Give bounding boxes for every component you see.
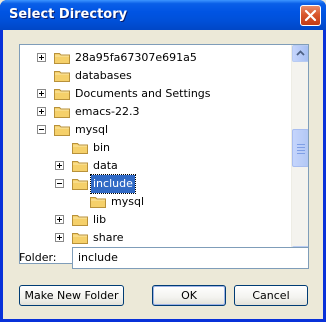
tree-item[interactable]: include [20,174,290,194]
tree-item[interactable]: data [20,157,290,175]
scroll-up-button[interactable] [292,45,308,62]
folder-label: Folder: [19,251,57,264]
tree-item[interactable]: 28a95fa67307e691a5 [20,49,290,67]
tree-item-label: emacs-22.3 [75,105,140,118]
folder-icon [54,69,70,82]
make-new-folder-button[interactable]: Make New Folder [19,285,124,306]
ok-button[interactable]: OK [152,285,226,306]
folder-icon [72,213,88,226]
collapse-minus-icon[interactable] [37,125,46,134]
scroll-grip-line [297,150,305,151]
vertical-scrollbar[interactable] [291,45,308,263]
tree-item[interactable]: share [20,229,290,247]
scroll-grip-line [297,147,305,148]
tree-item[interactable]: databases [20,67,290,85]
cancel-button[interactable]: Cancel [234,285,308,306]
tree-item-label: Documents and Settings [75,87,211,100]
tree-item[interactable]: emacs-22.3 [20,103,290,121]
tree-item[interactable]: lib [20,211,290,229]
tree-item-label: include [90,174,136,194]
folder-icon [72,177,88,190]
select-directory-dialog: Select Directory 28a95fa67307e691a5 datab… [0,0,326,322]
expand-plus-icon[interactable] [37,89,46,98]
expand-plus-icon[interactable] [55,161,64,170]
tree-item-label: share [93,231,124,244]
folder-icon [72,141,88,154]
tree-item[interactable]: mysql [20,193,290,211]
tree-item-label: lib [93,213,107,226]
tree-item[interactable]: bin [20,139,290,157]
tree-item-label: data [93,159,118,172]
scroll-grip-line [297,153,305,154]
tree-item[interactable]: mysql [20,121,290,139]
expand-plus-icon[interactable] [55,215,64,224]
tree-item[interactable]: Documents and Settings [20,85,290,103]
folder-icon [54,51,70,64]
expand-plus-icon[interactable] [37,53,46,62]
folder-name-input[interactable]: include [72,247,309,269]
folder-icon [54,123,70,136]
dialog-body: 28a95fa67307e691a5 databases Documents and… [3,30,323,319]
tree-item-label: bin [93,141,111,154]
folder-icon [72,159,88,172]
collapse-minus-icon[interactable] [55,179,64,188]
folder-icon [72,231,88,244]
folder-icon [54,105,70,118]
expand-plus-icon[interactable] [37,107,46,116]
scroll-thumb[interactable] [292,129,308,167]
chevron-up-icon [296,50,305,56]
folder-icon [54,87,70,100]
tree-item-label: 28a95fa67307e691a5 [75,51,197,64]
scroll-grip-line [297,144,305,145]
folder-icon [90,195,106,208]
tree-item-label: mysql [111,195,144,208]
expand-plus-icon[interactable] [55,233,64,242]
dialog-title: Select Directory [9,7,128,22]
tree-item-label: mysql [75,123,108,136]
directory-tree[interactable]: 28a95fa67307e691a5 databases Documents and… [19,44,309,264]
close-icon [304,9,317,22]
title-bar[interactable]: Select Directory [0,0,326,30]
close-button[interactable] [300,5,321,26]
tree-item-label: databases [75,69,132,82]
